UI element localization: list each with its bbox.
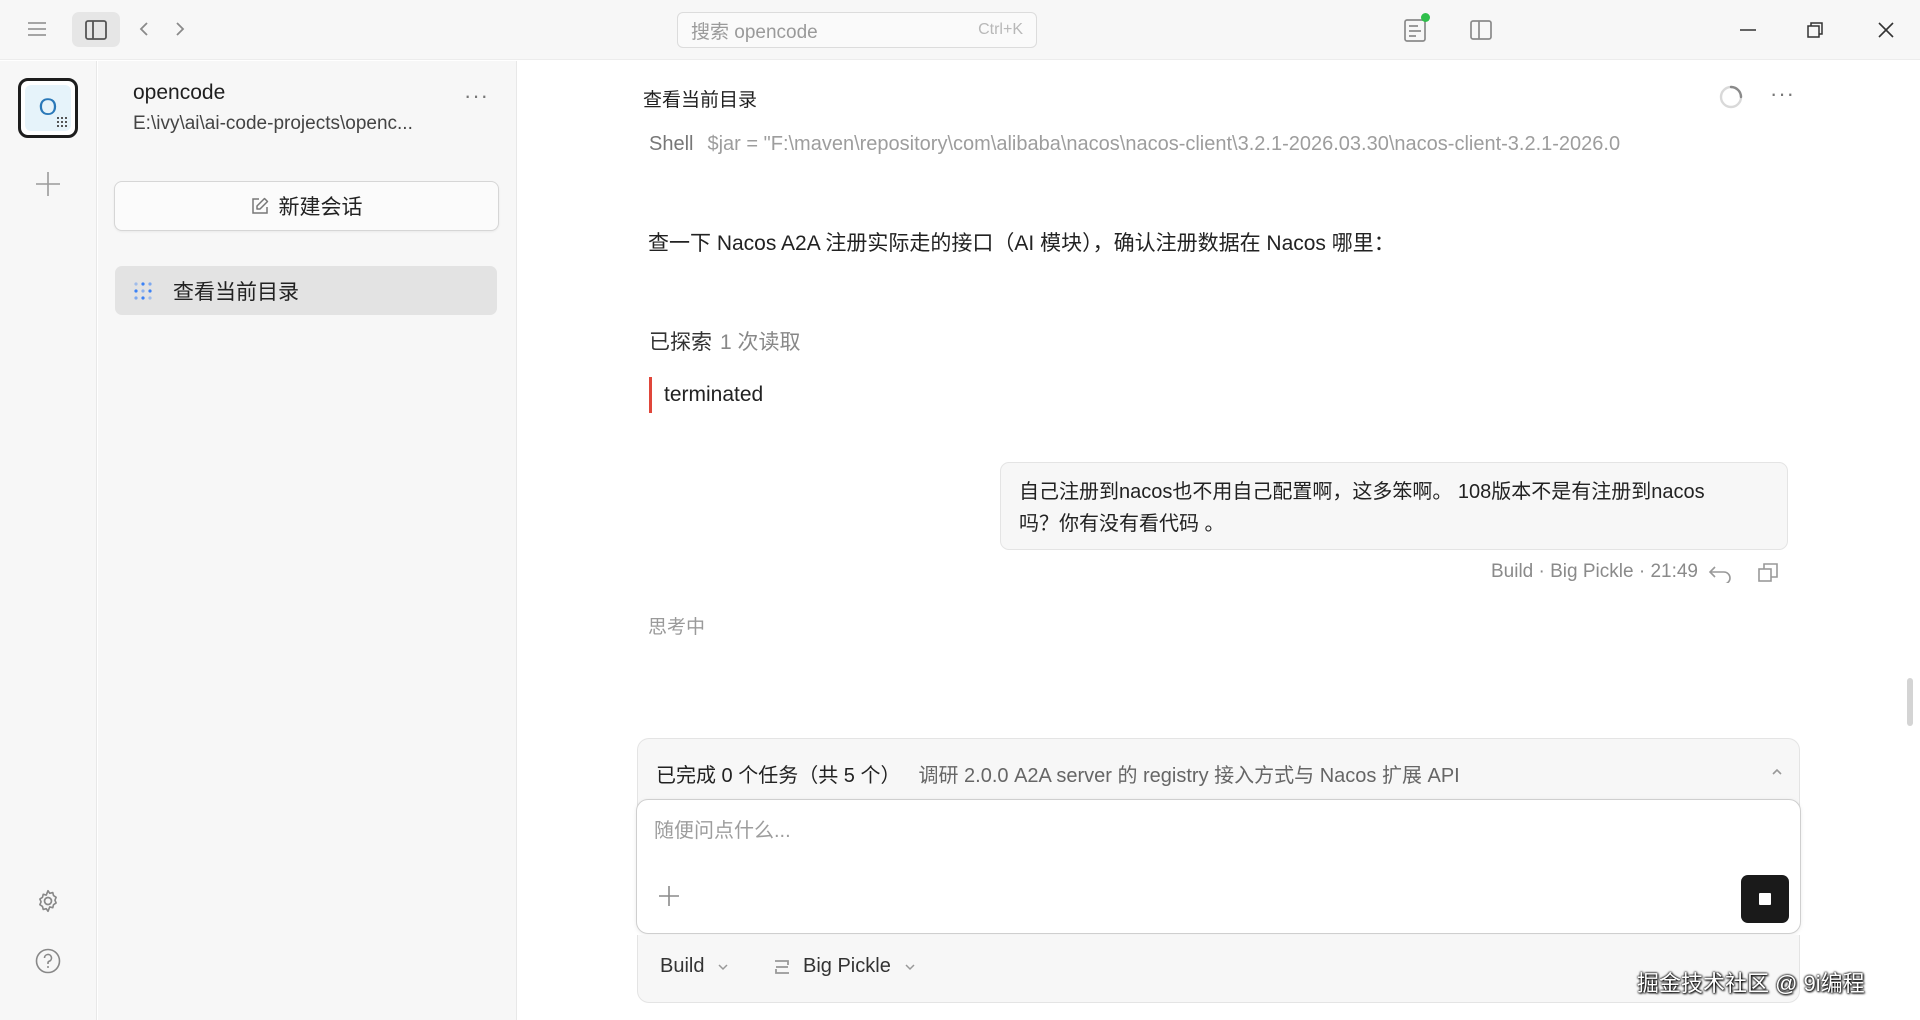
sidebar-layout-icon	[85, 19, 107, 40]
composer-options-bar: Build Big Pickle	[637, 935, 1800, 1003]
project-path: E:\ivy\ai\ai-code-projects\openc...	[133, 113, 413, 134]
model-icon	[775, 959, 789, 974]
close-icon	[1878, 22, 1894, 38]
session-item[interactable]: 查看当前目录	[115, 266, 497, 315]
revert-button[interactable]	[1708, 563, 1734, 587]
stop-icon	[1759, 893, 1771, 905]
watermark: 掘金技术社区 @ 9i编程	[1637, 971, 1865, 996]
new-session-button[interactable]: 新建会话	[114, 181, 499, 231]
current-task: 调研 2.0.0 A2A server 的 registry 接入方式与 Nac…	[918, 765, 1460, 787]
session-title: 查看当前目录	[173, 280, 299, 304]
project-initial: O	[38, 94, 58, 121]
grid-badge-icon	[57, 117, 67, 127]
review-changes-button[interactable]	[1398, 12, 1432, 48]
user-message-line: 自己注册到nacos也不用自己配置啊，这多笨啊。 108版本不是有注册到naco…	[1019, 481, 1705, 503]
chevron-left-icon	[139, 22, 148, 36]
minimize-button[interactable]	[1730, 12, 1766, 48]
restore-icon	[1807, 22, 1823, 38]
project-avatar[interactable]: O	[18, 78, 78, 138]
task-status: 已完成 0 个任务（共 5 个）	[656, 765, 901, 787]
explored-label: 已探索	[649, 331, 712, 354]
add-project-button[interactable]	[30, 166, 66, 202]
prompt-composer	[636, 799, 1801, 934]
chevron-down-icon	[718, 963, 729, 970]
toggle-sidebar-button[interactable]	[72, 12, 120, 47]
settings-button[interactable]	[32, 885, 64, 917]
project-rail: O	[0, 61, 97, 1020]
thinking-status: 思考中	[648, 617, 706, 638]
agent-select[interactable]: Build	[660, 955, 730, 978]
toggle-panel-button[interactable]	[1464, 12, 1498, 48]
attach-button[interactable]	[657, 884, 685, 912]
status-dot	[1421, 13, 1430, 22]
chevron-right-icon	[176, 22, 185, 36]
minimize-icon	[1740, 29, 1756, 31]
task-progress-bar[interactable]: 已完成 0 个任务（共 5 个） 调研 2.0.0 A2A server 的 re…	[637, 738, 1800, 808]
right-panel-icon	[1470, 20, 1492, 40]
hamburger-menu-icon[interactable]	[22, 14, 52, 44]
shell-command: $jar = "F:\maven\repository\com\alibaba\…	[707, 133, 1621, 155]
explored-summary[interactable]: 已探索 1 次读取	[649, 326, 801, 356]
user-message-bubble: 自己注册到nacos也不用自己配置啊，这多笨啊。 108版本不是有注册到naco…	[1000, 462, 1788, 550]
shell-tool-call[interactable]: Shell $jar = "F:\maven\repository\com\ali…	[649, 133, 1769, 156]
help-icon	[35, 948, 61, 974]
session-more-button[interactable]: ···	[1770, 81, 1795, 107]
search-shortcut: Ctrl+K	[978, 21, 1023, 38]
model-label: Big Pickle	[803, 955, 891, 977]
agent-label: Build	[660, 955, 705, 977]
close-button[interactable]	[1868, 12, 1904, 48]
model-select[interactable]: Big Pickle	[773, 955, 917, 978]
project-name: opencode	[133, 81, 226, 104]
stop-button[interactable]	[1741, 875, 1789, 923]
copy-icon	[1758, 563, 1778, 582]
restore-button[interactable]	[1797, 12, 1833, 48]
help-button[interactable]	[32, 945, 64, 977]
plus-icon	[659, 886, 679, 906]
plus-icon	[36, 172, 60, 196]
new-session-label: 新建会话	[278, 196, 363, 219]
chevron-up-icon[interactable]	[1768, 763, 1786, 781]
explored-detail: 1 次读取	[720, 331, 801, 354]
main-panel: 查看当前目录 ··· Shell $jar = "F:\maven\reposit…	[518, 61, 1920, 1020]
user-message-line: 吗？你有没有看代码 。	[1019, 513, 1225, 535]
copy-button[interactable]	[1758, 563, 1782, 587]
search-placeholder: 搜索 opencode	[691, 21, 818, 43]
forward-button[interactable]	[166, 14, 194, 44]
session-title-header: 查看当前目录	[643, 90, 758, 111]
project-more-button[interactable]: ···	[464, 83, 489, 109]
session-sidebar: opencode E:\ivy\ai\ai-code-projects\open…	[98, 61, 517, 1020]
prompt-input[interactable]	[654, 814, 1754, 848]
title-bar: 搜索 opencode Ctrl+K	[0, 0, 1920, 60]
undo-icon	[1708, 566, 1731, 583]
terminated-notice: terminated	[649, 377, 763, 413]
task-progress-text: 已完成 0 个任务（共 5 个） 调研 2.0.0 A2A server 的 re…	[656, 759, 1460, 788]
search-input[interactable]: 搜索 opencode Ctrl+K	[677, 12, 1037, 48]
back-button[interactable]	[130, 14, 158, 44]
project-avatar-inner: O	[25, 85, 71, 131]
gear-icon	[39, 889, 57, 913]
loading-grid-icon	[134, 281, 152, 300]
scrollbar-thumb[interactable]	[1907, 678, 1913, 726]
assistant-message: 查一下 Nacos A2A 注册实际走的接口（AI 模块），确认注册数据在 Na…	[648, 232, 1395, 255]
spinner-icon	[1719, 85, 1743, 109]
user-message-meta: Build · Big Pickle · 21:49	[1491, 561, 1698, 582]
shell-label: Shell	[649, 133, 694, 155]
chevron-down-icon	[905, 963, 915, 970]
edit-icon	[251, 197, 268, 214]
